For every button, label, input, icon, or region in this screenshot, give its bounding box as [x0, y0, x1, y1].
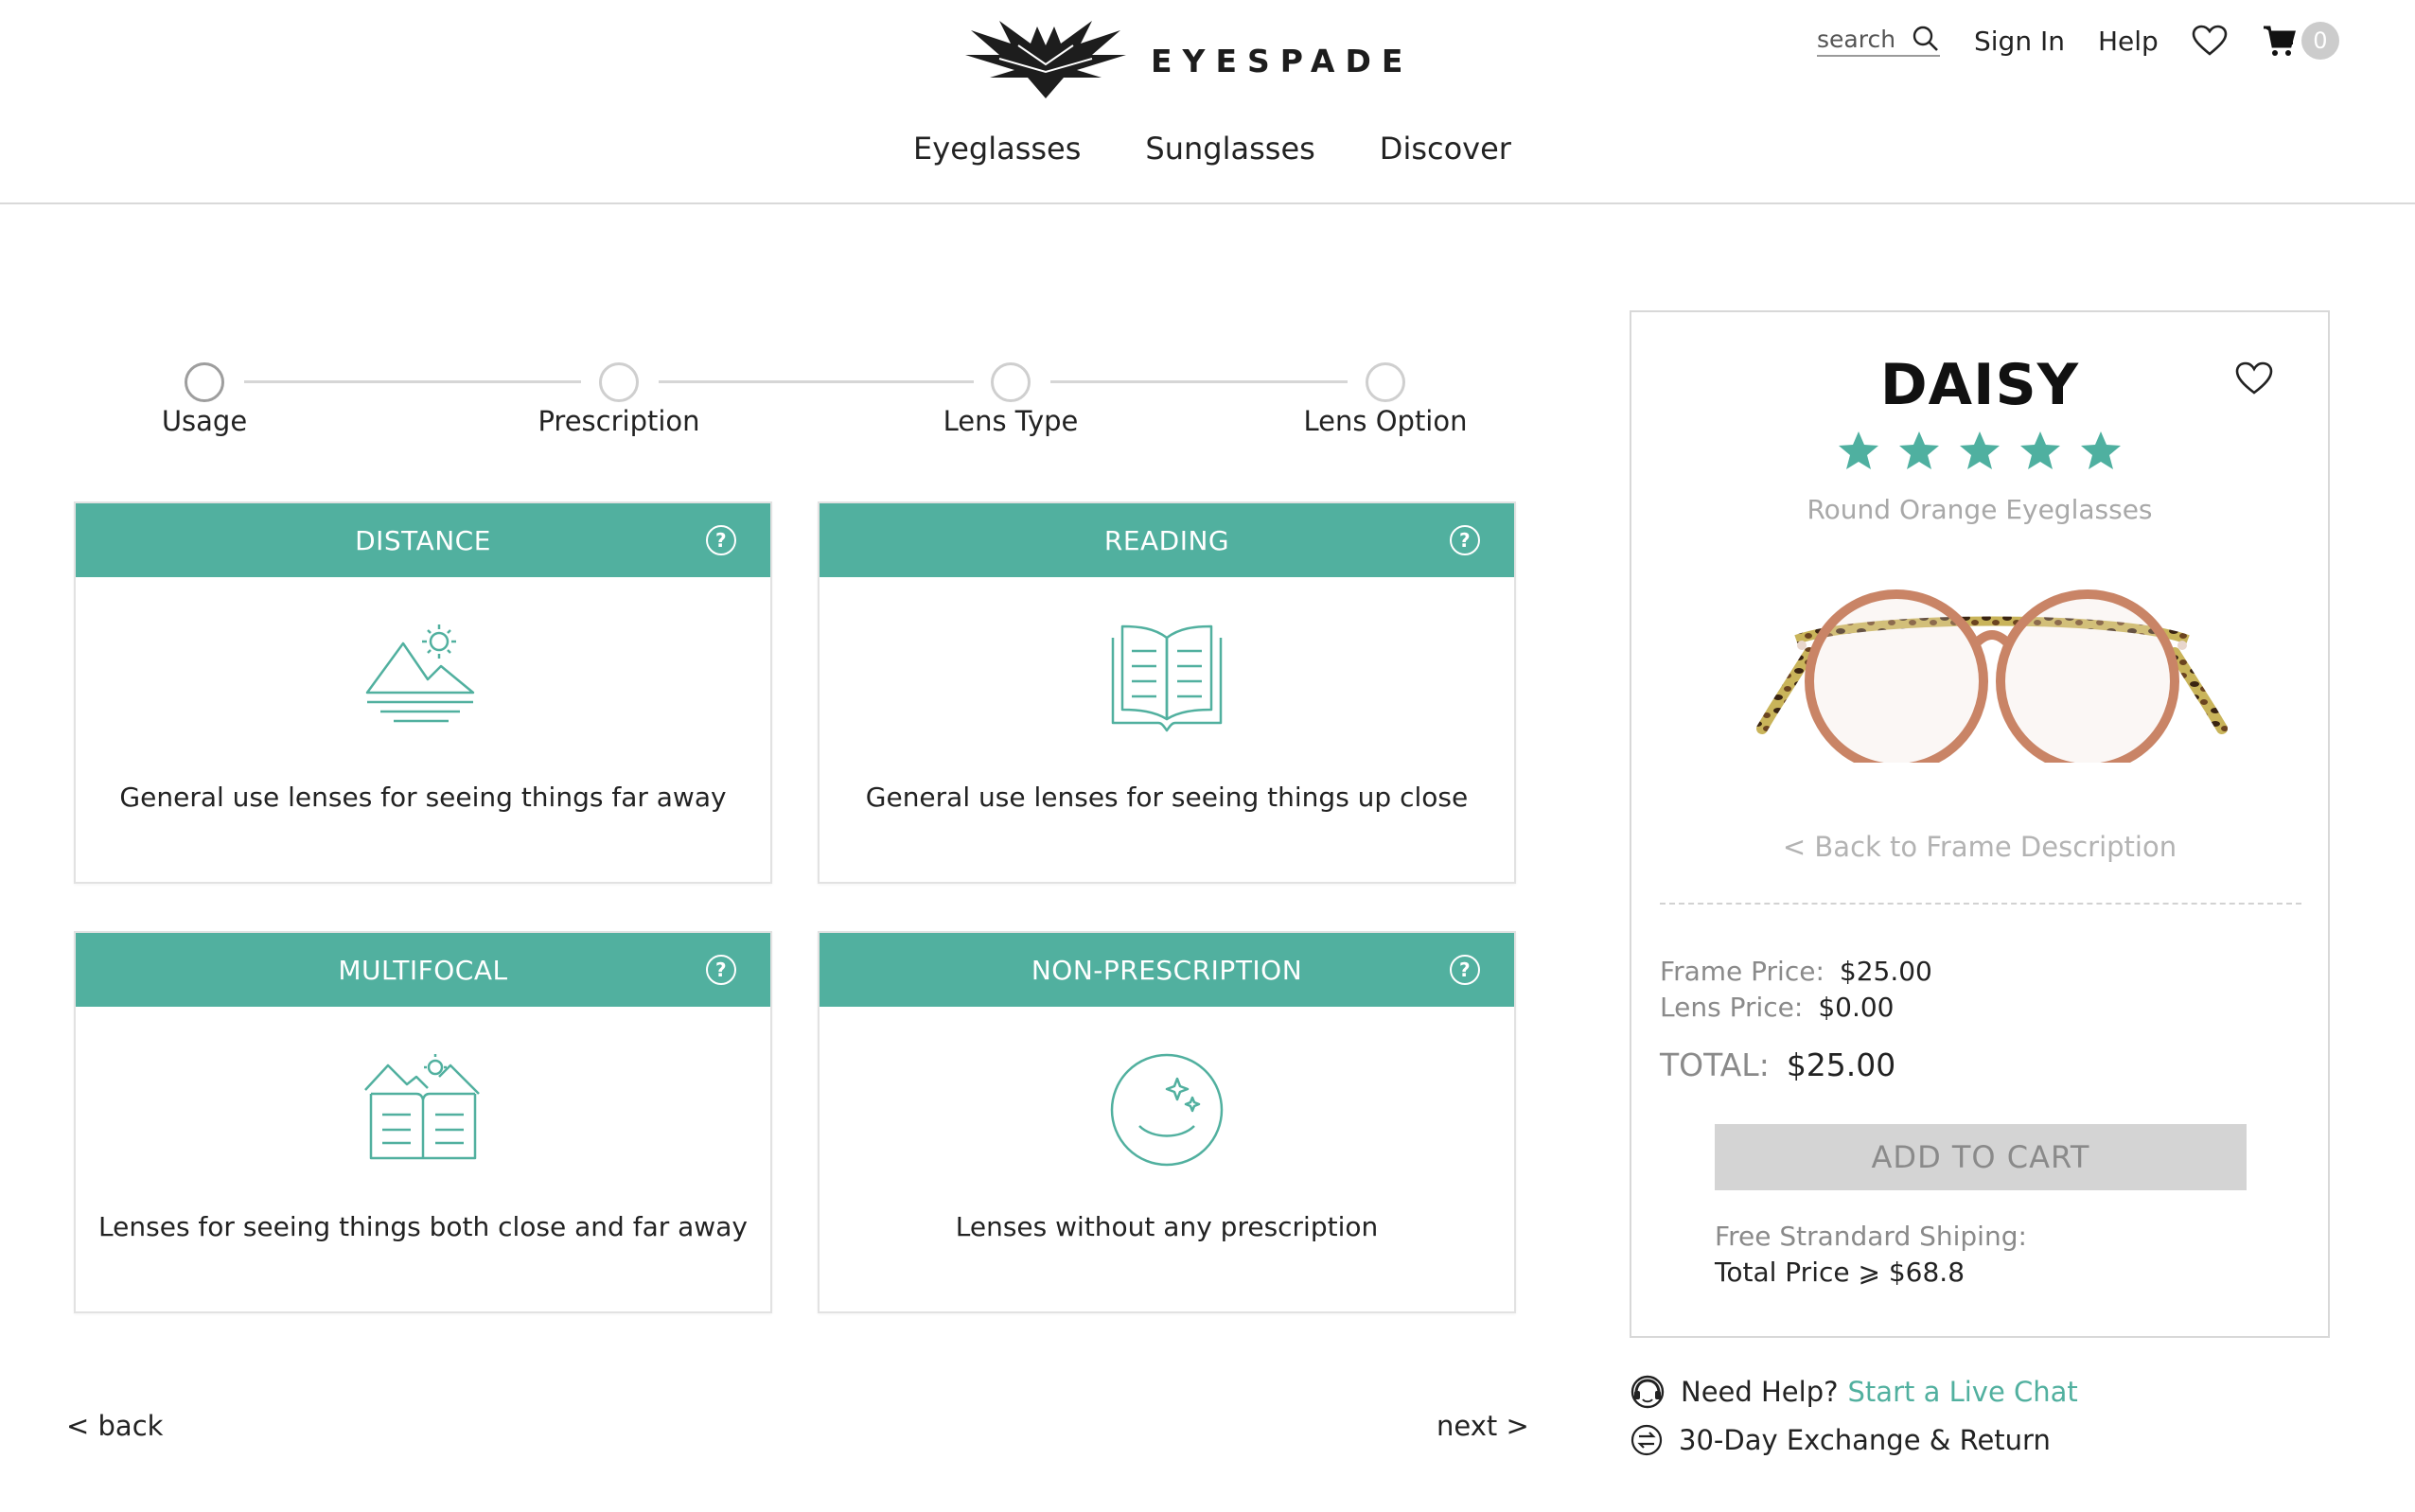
option-card-distance[interactable]: DISTANCE ? General use lenses for seeing…: [74, 501, 772, 884]
frame-price-value: $25.00: [1839, 956, 1932, 987]
exchange-row: 30-Day Exchange & Return: [1630, 1423, 2051, 1457]
eyeglasses-image: [1756, 589, 2228, 763]
shipping-note: Free Strandard Shiping:: [1715, 1221, 2027, 1252]
exchange-label: 30-Day Exchange & Return: [1679, 1424, 2051, 1456]
cart-icon: [2263, 26, 2296, 56]
option-description: Lenses without any prescription: [955, 1211, 1379, 1242]
step-connector: [1050, 380, 1348, 383]
product-subtitle: Round Orange Eyeglasses: [1807, 494, 2153, 525]
exchange-icon: [1631, 1424, 1663, 1456]
option-header: DISTANCE ?: [76, 503, 770, 577]
question-icon[interactable]: ?: [706, 525, 736, 555]
shipping-threshold: Total Price ⩾ $68.8: [1715, 1257, 1965, 1288]
option-description: General use lenses for seeing things up …: [865, 782, 1469, 813]
utility-bar: Sign In Help 0: [1817, 21, 2339, 61]
option-header: READING ?: [820, 503, 1514, 577]
frame-price-row: Frame Price: $25.00: [1660, 956, 1932, 987]
star-icon: [2020, 431, 2060, 469]
search-icon[interactable]: [1912, 25, 1940, 53]
step-label-usage[interactable]: Usage: [162, 405, 247, 437]
option-title: MULTIFOCAL: [338, 954, 508, 986]
step-dot-usage[interactable]: [185, 362, 224, 402]
lens-price-label: Lens Price:: [1660, 992, 1804, 1023]
lens-price-value: $0.00: [1818, 992, 1895, 1023]
option-card-reading[interactable]: READING ? General use lenses for seeing …: [818, 501, 1516, 884]
heart-icon: [2192, 25, 2228, 56]
live-chat-link[interactable]: Start a Live Chat: [1848, 1376, 2078, 1408]
option-title: NON-PRESCRIPTION: [1031, 954, 1303, 986]
star-icon: [2081, 431, 2121, 469]
need-help-row: Need Help? Start a Live Chat: [1630, 1374, 2078, 1410]
mountain-sun-icon: [365, 624, 475, 723]
option-description: Lenses for seeing things both close and …: [98, 1211, 748, 1242]
option-title: READING: [1103, 524, 1230, 556]
cart-count-badge: 0: [2300, 22, 2339, 60]
search-input[interactable]: [1817, 25, 1912, 53]
option-header: MULTIFOCAL ?: [76, 933, 770, 1007]
rating-stars: [1631, 430, 2328, 473]
question-icon[interactable]: ?: [1450, 525, 1480, 555]
total-value: $25.00: [1786, 1046, 1896, 1083]
step-dot-prescription[interactable]: [599, 362, 639, 402]
heart-icon: [2235, 361, 2273, 395]
step-dot-lens-type[interactable]: [991, 362, 1031, 402]
help-link[interactable]: Help: [2098, 26, 2159, 57]
back-button[interactable]: < back: [66, 1410, 163, 1442]
option-card-non-prescription[interactable]: NON-PRESCRIPTION ? Lenses without any pr…: [818, 931, 1516, 1313]
open-book-icon: [1111, 624, 1223, 732]
book-mountain-icon: [364, 1054, 480, 1160]
cart-button[interactable]: 0: [2262, 22, 2339, 60]
star-icon: [1960, 431, 2000, 469]
product-name: DAISY: [1879, 352, 2080, 418]
option-title: DISTANCE: [355, 524, 491, 556]
smile-sparkle-icon: [1110, 1053, 1224, 1167]
product-summary-panel: DAISY Round Orange Eyeglasses < Back to …: [1630, 310, 2330, 1338]
option-card-multifocal[interactable]: MULTIFOCAL ? Lenses for seeing things bo…: [74, 931, 772, 1313]
step-label-lens-option[interactable]: Lens Option: [1304, 405, 1468, 437]
add-to-cart-button[interactable]: ADD TO CART: [1715, 1124, 2247, 1190]
headset-icon: [1631, 1375, 1665, 1409]
progress-steps: Usage Prescription Lens Type Lens Option: [0, 0, 1533, 454]
back-to-frame-link[interactable]: < Back to Frame Description: [1631, 831, 2328, 863]
frame-price-label: Frame Price:: [1660, 956, 1824, 987]
step-connector: [659, 380, 974, 383]
step-connector: [244, 380, 581, 383]
total-label: TOTAL:: [1660, 1046, 1770, 1083]
option-description: General use lenses for seeing things far…: [119, 782, 727, 813]
star-icon: [1899, 431, 1939, 469]
lens-price-row: Lens Price: $0.00: [1660, 992, 1894, 1023]
step-label-lens-type[interactable]: Lens Type: [943, 405, 1079, 437]
total-row: TOTAL: $25.00: [1660, 1046, 1895, 1083]
star-icon: [1839, 431, 1878, 469]
divider: [1660, 903, 2301, 905]
wishlist-button[interactable]: [2192, 25, 2228, 57]
step-dot-lens-option[interactable]: [1366, 362, 1405, 402]
favorite-button[interactable]: [2235, 361, 2273, 399]
next-button[interactable]: next >: [1437, 1410, 1529, 1442]
question-icon[interactable]: ?: [1450, 955, 1480, 985]
search-box[interactable]: [1817, 25, 1940, 57]
question-icon[interactable]: ?: [706, 955, 736, 985]
step-label-prescription[interactable]: Prescription: [538, 405, 699, 437]
sign-in-link[interactable]: Sign In: [1974, 26, 2065, 57]
option-header: NON-PRESCRIPTION ?: [820, 933, 1514, 1007]
need-help-label: Need Help?: [1681, 1376, 1839, 1408]
